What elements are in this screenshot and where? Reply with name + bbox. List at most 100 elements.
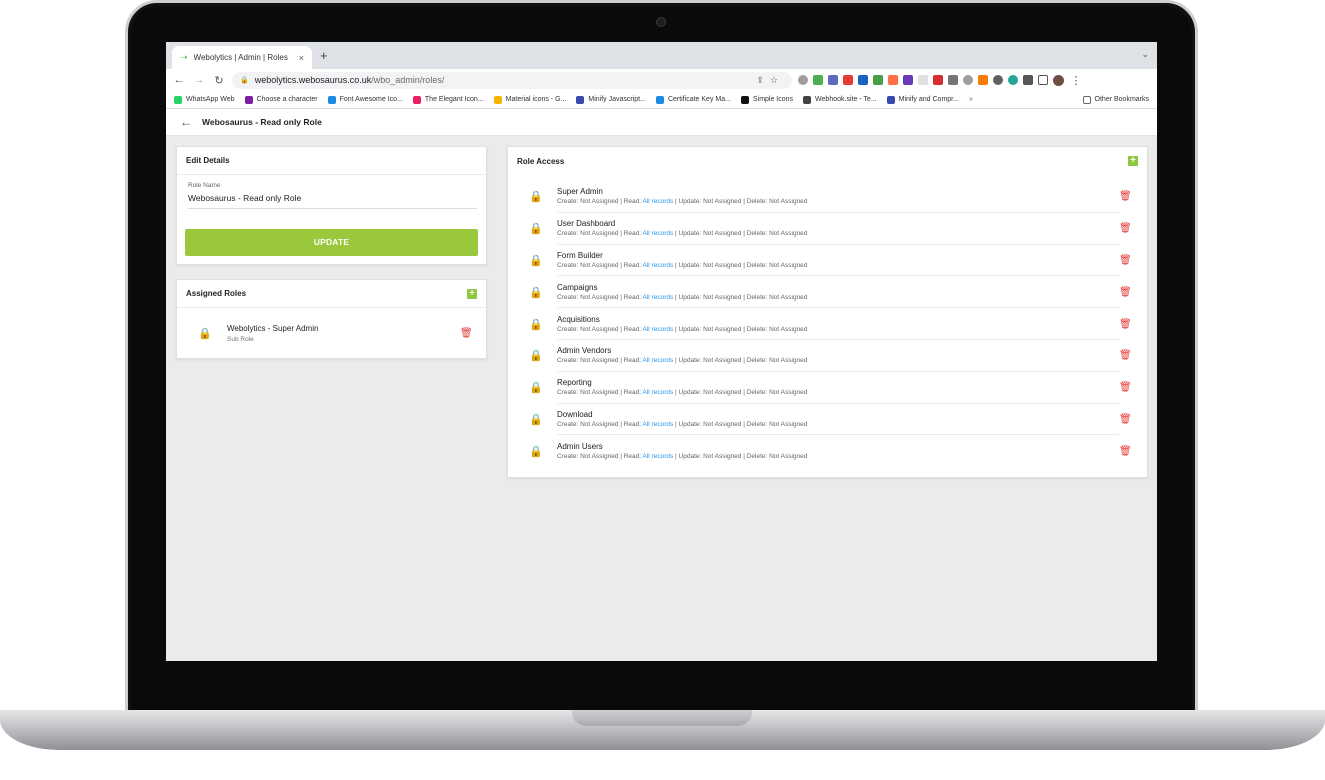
tab-search-icon[interactable]: ⌄ (1141, 49, 1149, 60)
bookmarks-overflow[interactable]: » (969, 96, 973, 103)
access-role-name: Reporting (557, 378, 592, 388)
role-access-heading: Role Access (517, 156, 565, 166)
extension-icon[interactable] (948, 75, 958, 85)
lock-icon: 🔒 (240, 77, 249, 84)
read-all-records-link[interactable]: All records (643, 326, 674, 333)
bookmark-item[interactable]: WhatsApp Web (174, 95, 235, 104)
bookmark-item[interactable]: Minify and Compr... (886, 95, 959, 104)
read-all-records-link[interactable]: All records (643, 421, 674, 428)
access-permissions: Create: Not Assigned | Read: All records… (557, 230, 1119, 237)
role-access-header: Role Access + (508, 147, 1147, 175)
puzzle-icon[interactable] (1023, 75, 1033, 85)
bookmark-item[interactable]: Simple Icons (740, 95, 793, 104)
role-name-field[interactable]: Webosaurus - Read only Role (188, 193, 477, 209)
read-all-records-link[interactable]: All records (643, 453, 674, 460)
camera-icon (656, 17, 666, 27)
extension-icon[interactable] (918, 75, 928, 85)
reload-icon[interactable]: ↻ (212, 74, 226, 87)
read-all-records-link[interactable]: All records (643, 230, 674, 237)
share-star-icons[interactable]: ⇪☆ (756, 75, 784, 86)
perm-rest: | Update: Not Assigned | Delete: Not Ass… (673, 198, 808, 206)
bookmark-label: The Elegant Icon... (424, 96, 484, 103)
trash-icon[interactable]: 🗑 (460, 328, 473, 339)
bookmark-item[interactable]: Webhook.site - Te... (803, 95, 877, 104)
bookmark-favicon-icon (244, 95, 253, 104)
forward-icon[interactable]: → (192, 74, 206, 86)
extension-icon[interactable] (993, 75, 1003, 85)
add-assigned-role-button[interactable]: + (467, 288, 477, 299)
bookmark-item[interactable]: Font Awesome Ico... (327, 95, 403, 104)
extension-icon[interactable] (933, 75, 943, 85)
bookmark-label: Font Awesome Ico... (339, 96, 403, 103)
access-role-name: Admin Users (557, 442, 603, 452)
bookmark-item[interactable]: Material icons - G... (493, 95, 566, 104)
lock-icon: 🔒 (529, 223, 543, 236)
read-all-records-link[interactable]: All records (643, 389, 674, 396)
bookmark-favicon-icon (886, 95, 895, 104)
new-tab-button[interactable]: + (320, 48, 328, 63)
extension-icon[interactable] (798, 75, 808, 85)
trash-icon[interactable]: 🗑 (1119, 414, 1132, 425)
extension-icon[interactable] (963, 75, 973, 85)
lock-icon: 🔒 (198, 327, 212, 340)
list-item: 🔒 Webolytics - Super Admin Sub Role 🗑 (177, 308, 486, 358)
bookmark-item[interactable]: Minify Javascript... (576, 95, 646, 104)
trash-icon[interactable]: 🗑 (1119, 223, 1132, 234)
role-access-list: 🔒 Super Admin Create: Not Assigned | Read:… (508, 175, 1147, 467)
extension-icon[interactable] (828, 75, 838, 85)
screen: ➝ Webolytics | Admin | Roles × + ⌄ ← → ↻… (166, 42, 1157, 661)
trash-icon[interactable]: 🗑 (1119, 446, 1132, 457)
extension-icon[interactable] (873, 75, 883, 85)
bookmark-favicon-icon (327, 95, 336, 104)
perm-rest: | Update: Not Assigned | Delete: Not Ass… (673, 389, 808, 397)
assigned-roles-card: Assigned Roles + 🔒 Webolytics - Super Ad… (176, 279, 487, 359)
profile-avatar[interactable] (1053, 74, 1064, 86)
update-button[interactable]: UPDATE (185, 229, 478, 256)
extension-icon[interactable] (1008, 75, 1018, 85)
lock-icon: 🔒 (529, 382, 543, 395)
extension-icon[interactable] (888, 75, 898, 85)
perm-rest: | Update: Not Assigned | Delete: Not Ass… (673, 261, 808, 269)
sidebar-icon[interactable] (1038, 75, 1048, 85)
trash-icon[interactable]: 🗑 (1119, 287, 1132, 298)
assigned-roles-heading: Assigned Roles (186, 289, 247, 298)
extension-icon[interactable] (903, 75, 913, 85)
list-item: 🔒 Super Admin Create: Not Assigned | Read:… (508, 181, 1147, 213)
read-all-records-link[interactable]: All records (643, 262, 674, 269)
trash-icon[interactable]: 🗑 (1119, 350, 1132, 361)
perm-create: Create: Not Assigned | Read: (557, 230, 643, 238)
add-role-access-button[interactable]: + (1128, 156, 1138, 166)
lock-icon: 🔒 (529, 350, 543, 363)
browser-tab[interactable]: ➝ Webolytics | Admin | Roles × (172, 46, 312, 69)
trash-icon[interactable]: 🗑 (1119, 319, 1132, 330)
extension-icon[interactable] (843, 75, 853, 85)
bookmark-item[interactable]: Choose a character (244, 95, 318, 104)
read-all-records-link[interactable]: All records (643, 294, 674, 301)
read-all-records-link[interactable]: All records (643, 198, 674, 205)
bookmark-label: Minify and Compr... (898, 96, 959, 103)
bookmark-label: Certificate Key Ma... (667, 96, 731, 103)
perm-rest: | Update: Not Assigned | Delete: Not Ass… (673, 230, 808, 238)
tab-close-icon[interactable]: × (299, 53, 304, 63)
bookmark-favicon-icon (803, 95, 812, 104)
back-icon[interactable]: ← (172, 74, 186, 86)
bookmark-item[interactable]: Certificate Key Ma... (655, 95, 731, 104)
back-arrow-icon[interactable]: ← (180, 115, 192, 129)
list-item: 🔒 Admin Users Create: Not Assigned | Read:… (508, 435, 1147, 467)
extension-icon[interactable] (813, 75, 823, 85)
trash-icon[interactable]: 🗑 (1119, 382, 1132, 393)
extension-icon[interactable] (978, 75, 988, 85)
extension-icon[interactable] (858, 75, 868, 85)
read-all-records-link[interactable]: All records (643, 357, 674, 364)
address-bar[interactable]: 🔒 webolytics.webosaurus.co.uk/wbo_admin/… (232, 71, 792, 89)
perm-create: Create: Not Assigned | Read: (557, 420, 643, 428)
laptop-notch (572, 710, 752, 726)
trash-icon[interactable]: 🗑 (1119, 191, 1132, 202)
menu-icon[interactable]: ⋮ (1069, 74, 1083, 87)
trash-icon[interactable]: 🗑 (1119, 255, 1132, 266)
perm-rest: | Update: Not Assigned | Delete: Not Ass… (673, 325, 808, 333)
other-bookmarks[interactable]: Other Bookmarks (1082, 95, 1149, 104)
lock-icon: 🔒 (529, 445, 543, 458)
tab-title: Webolytics | Admin | Roles (193, 53, 288, 62)
bookmark-item[interactable]: The Elegant Icon... (412, 95, 484, 104)
